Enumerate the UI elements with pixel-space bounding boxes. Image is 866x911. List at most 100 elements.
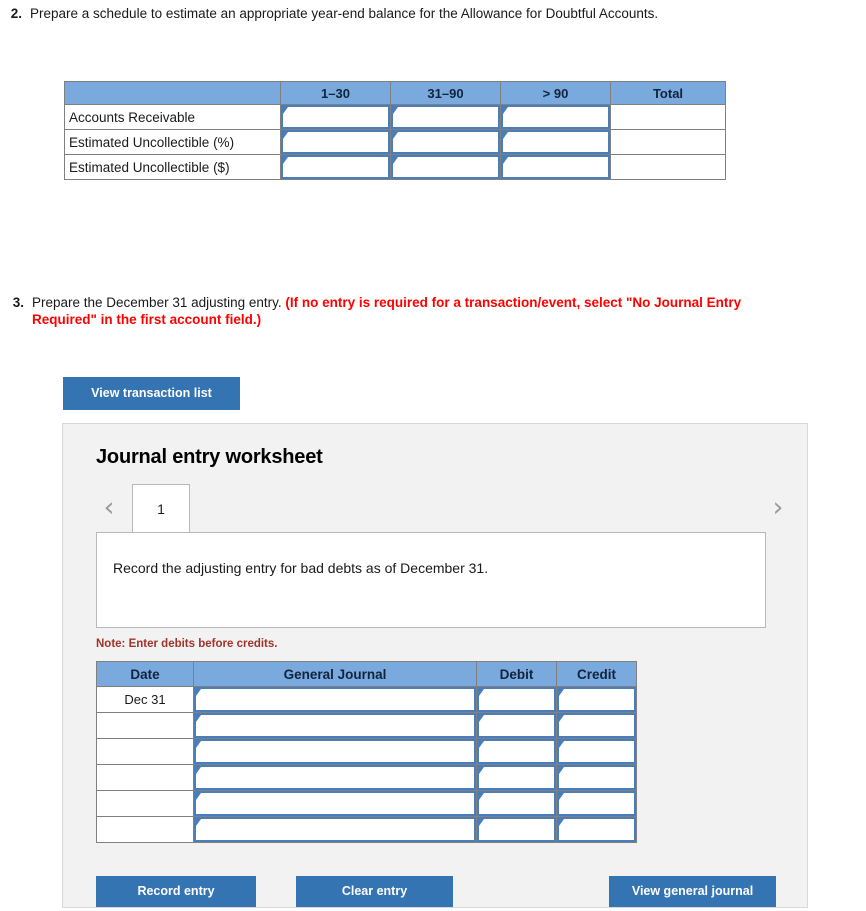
aging-input-cell[interactable] <box>280 154 391 180</box>
cell-value <box>503 107 608 109</box>
worksheet-tab-strip: ‹ 1 › <box>96 484 793 533</box>
journal-input-cell[interactable] <box>193 738 477 765</box>
table-row <box>96 790 637 817</box>
table-row: Estimated Uncollectible (%) <box>64 129 726 155</box>
cell-value <box>283 132 388 134</box>
journal-input-cell[interactable] <box>476 764 557 791</box>
journal-debit-input[interactable] <box>477 765 556 790</box>
view-transaction-list-button[interactable]: View transaction list <box>63 377 240 410</box>
question-3-main-text: Prepare the December 31 adjusting entry. <box>32 295 282 310</box>
journal-input-cell[interactable] <box>476 738 557 765</box>
record-entry-button[interactable]: Record entry <box>96 876 256 907</box>
journal-input-cell[interactable] <box>556 764 637 791</box>
aging-header-blank <box>64 81 281 105</box>
journal-credit-input[interactable] <box>557 817 636 842</box>
journal-header-debit: Debit <box>476 661 557 687</box>
journal-credit-input[interactable] <box>557 739 636 764</box>
aging-input-cell[interactable] <box>500 129 611 155</box>
estimated-uncollectible-pct-over-90-input[interactable] <box>501 130 610 154</box>
journal-input-cell[interactable] <box>193 686 477 713</box>
estimated-uncollectible-pct-1-30-input[interactable] <box>281 130 390 154</box>
cell-value <box>503 132 608 134</box>
cell-value <box>393 132 498 134</box>
journal-account-input[interactable] <box>194 817 476 842</box>
aging-input-cell[interactable] <box>500 104 611 130</box>
cell-value <box>479 767 554 769</box>
journal-credit-input[interactable] <box>557 791 636 816</box>
journal-debit-input[interactable] <box>477 739 556 764</box>
journal-input-cell[interactable] <box>556 712 637 739</box>
journal-debit-input[interactable] <box>477 713 556 738</box>
question-2: 2. Prepare a schedule to estimate an app… <box>4 5 704 22</box>
journal-debit-input[interactable] <box>477 817 556 842</box>
debits-before-credits-note: Note: Enter debits before credits. <box>96 638 278 650</box>
journal-entry-worksheet-panel: Journal entry worksheet ‹ 1 › Record the… <box>62 423 808 908</box>
estimated-uncollectible-pct-total-cell <box>610 129 726 155</box>
cell-value <box>479 793 554 795</box>
worksheet-description-box: Record the adjusting entry for bad debts… <box>96 532 766 628</box>
journal-credit-input[interactable] <box>557 765 636 790</box>
table-row <box>96 712 637 739</box>
journal-credit-input[interactable] <box>557 687 636 712</box>
journal-input-cell[interactable] <box>193 764 477 791</box>
cell-value <box>393 107 498 109</box>
journal-input-cell[interactable] <box>193 816 477 843</box>
chevron-right-icon[interactable]: › <box>765 494 791 522</box>
cell-value <box>479 689 554 691</box>
question-3-number: 3. <box>12 295 24 310</box>
journal-account-input[interactable] <box>194 687 476 712</box>
journal-account-input[interactable] <box>194 739 476 764</box>
aging-input-cell[interactable] <box>280 104 391 130</box>
journal-input-cell[interactable] <box>476 790 557 817</box>
cell-value <box>196 689 474 691</box>
accounts-receivable-1-30-input[interactable] <box>281 105 390 129</box>
cell-value <box>479 715 554 717</box>
journal-input-cell[interactable] <box>476 686 557 713</box>
table-row: Dec 31 <box>96 686 637 713</box>
cell-value <box>559 793 634 795</box>
aging-input-cell[interactable] <box>390 129 501 155</box>
journal-credit-input[interactable] <box>557 713 636 738</box>
journal-date-cell <box>96 712 194 739</box>
question-3-text: Prepare the December 31 adjusting entry.… <box>32 294 796 328</box>
journal-input-cell[interactable] <box>193 790 477 817</box>
journal-date-cell <box>96 790 194 817</box>
journal-input-cell[interactable] <box>476 816 557 843</box>
journal-input-cell[interactable] <box>556 816 637 843</box>
accounts-receivable-31-90-input[interactable] <box>391 105 500 129</box>
estimated-uncollectible-dollar-1-30-input[interactable] <box>281 155 390 179</box>
journal-input-cell[interactable] <box>556 686 637 713</box>
aging-input-cell[interactable] <box>390 104 501 130</box>
journal-input-cell[interactable] <box>556 790 637 817</box>
question-2-number: 2. <box>10 6 22 21</box>
table-row: Accounts Receivable <box>64 104 726 130</box>
aging-input-cell[interactable] <box>390 154 501 180</box>
estimated-uncollectible-dollar-over-90-input[interactable] <box>501 155 610 179</box>
table-row <box>96 764 637 791</box>
journal-account-input[interactable] <box>194 765 476 790</box>
journal-input-cell[interactable] <box>476 712 557 739</box>
chevron-left-icon[interactable]: ‹ <box>96 494 122 522</box>
aging-input-cell[interactable] <box>280 129 391 155</box>
worksheet-tab-1[interactable]: 1 <box>132 484 190 533</box>
clear-entry-button[interactable]: Clear entry <box>296 876 453 907</box>
journal-header-row: Date General Journal Debit Credit <box>96 661 637 687</box>
journal-debit-input[interactable] <box>477 791 556 816</box>
cell-value <box>503 157 608 159</box>
cell-value <box>196 715 474 717</box>
general-journal-table: Date General Journal Debit Credit Dec 31 <box>96 661 637 843</box>
journal-account-input[interactable] <box>194 713 476 738</box>
cell-value <box>393 157 498 159</box>
estimated-uncollectible-dollar-31-90-input[interactable] <box>391 155 500 179</box>
view-general-journal-button[interactable]: View general journal <box>609 876 776 907</box>
journal-date-cell: Dec 31 <box>96 686 194 713</box>
journal-account-input[interactable] <box>194 791 476 816</box>
journal-debit-input[interactable] <box>477 687 556 712</box>
aging-input-cell[interactable] <box>500 154 611 180</box>
estimated-uncollectible-pct-31-90-input[interactable] <box>391 130 500 154</box>
cell-value <box>283 157 388 159</box>
journal-input-cell[interactable] <box>193 712 477 739</box>
journal-input-cell[interactable] <box>556 738 637 765</box>
accounts-receivable-over-90-input[interactable] <box>501 105 610 129</box>
cell-value <box>479 741 554 743</box>
